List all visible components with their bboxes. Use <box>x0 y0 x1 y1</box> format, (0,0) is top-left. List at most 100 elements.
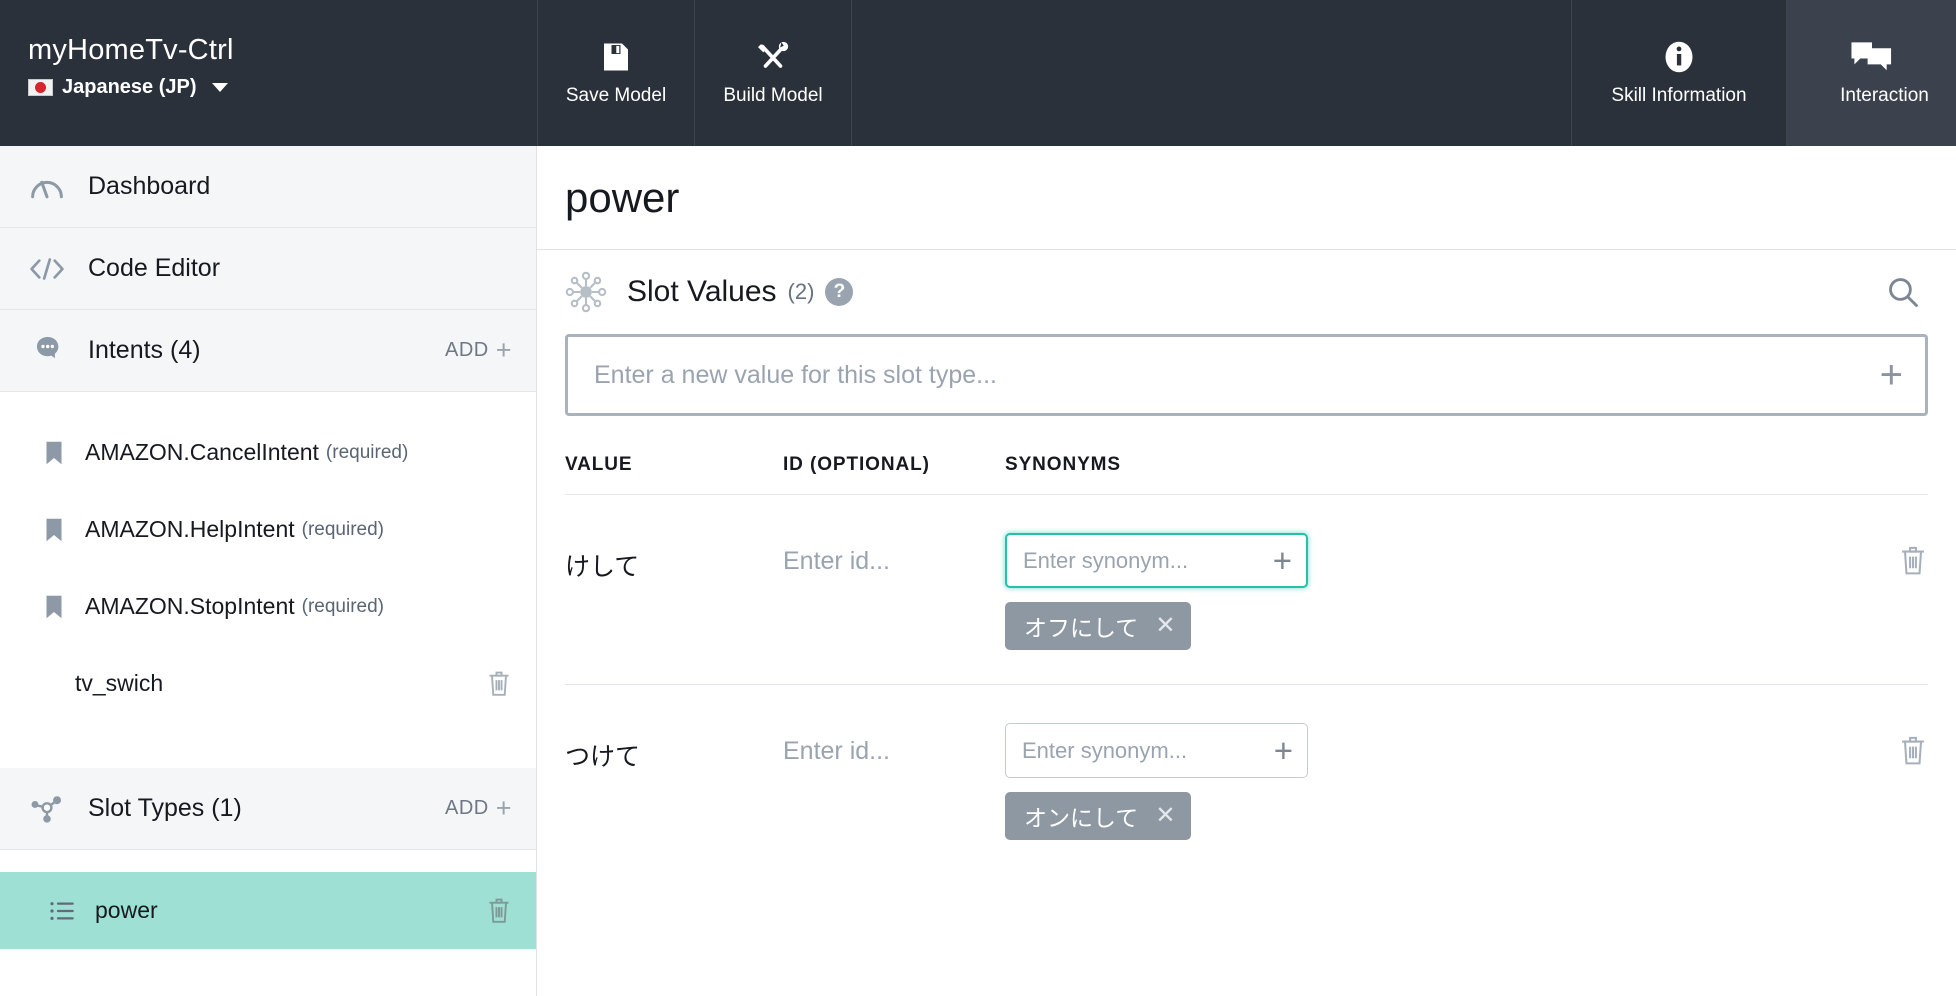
sidebar-section-slot-types-label: Slot Types (1) <box>88 794 242 822</box>
sidebar-item-code-editor[interactable]: Code Editor <box>0 228 536 310</box>
column-header-synonyms: SYNONYMS <box>1005 454 1121 475</box>
new-value-field[interactable]: + <box>565 334 1928 416</box>
locale-selector[interactable]: Japanese (JP) <box>28 76 537 99</box>
intent-item-required: (required) <box>301 518 385 540</box>
slot-values-table: VALUE ID (OPTIONAL) SYNONYMS けして Enter i… <box>537 454 1956 874</box>
plus-icon[interactable]: + <box>1880 355 1903 395</box>
page-header: power <box>537 146 1956 250</box>
delete-slot-value-button[interactable] <box>1848 723 1928 767</box>
column-header-id: ID (OPTIONAL) <box>783 454 930 475</box>
synonyms-cell: + オンにして ✕ <box>1005 723 1848 840</box>
slot-values-header: Slot Values (2) ? <box>537 250 1956 334</box>
delete-slot-type-button[interactable] <box>486 897 512 925</box>
synonym-chip-label: オフにして <box>1024 615 1139 641</box>
sidebar-item-code-editor-label: Code Editor <box>88 254 221 282</box>
column-header-actions <box>1848 454 1928 476</box>
slot-type-list: power <box>0 850 536 995</box>
build-model-button[interactable]: Build Model <box>694 0 851 146</box>
slot-values-title: Slot Values <box>627 275 777 308</box>
top-toolbar: myHomeTv-Ctrl Japanese (JP) Save Model B… <box>0 0 1956 146</box>
slot-id-value[interactable]: Enter id... <box>783 533 1005 576</box>
intent-item-help[interactable]: AMAZON.HelpIntent (required) <box>0 491 536 568</box>
info-circle-icon <box>1661 39 1697 75</box>
add-slot-type-label: ADD <box>444 797 489 819</box>
column-header-value: VALUE <box>565 454 633 475</box>
slot-type-item-power[interactable]: power <box>0 872 536 949</box>
synonym-input-field[interactable]: + <box>1005 723 1308 778</box>
locale-label: Japanese (JP) <box>62 76 197 99</box>
synonym-chip-list: オフにして ✕ <box>1005 602 1848 650</box>
hammer-wrench-icon <box>754 39 792 75</box>
skill-title: myHomeTv-Ctrl <box>28 34 234 66</box>
synonym-chip: オフにして ✕ <box>1005 602 1192 650</box>
head-speech-bubble-icon <box>28 335 66 367</box>
intent-item-tv-swich[interactable]: tv_swich <box>0 645 536 722</box>
list-bottom-spacer <box>0 949 536 995</box>
slot-value-text: けして <box>565 553 640 581</box>
add-intent-button[interactable]: ADD + <box>445 337 512 364</box>
slot-id-value[interactable]: Enter id... <box>783 723 1005 766</box>
intent-item-name: AMAZON.HelpIntent <box>85 516 295 542</box>
sidebar-section-slot-types[interactable]: Slot Types (1) ADD + <box>0 768 536 850</box>
toolbar-actions: Save Model Build Model Skill Information… <box>537 0 1956 146</box>
plus-icon[interactable]: + <box>1274 734 1293 767</box>
new-value-row: + <box>537 334 1956 416</box>
skill-brand: myHomeTv-Ctrl Japanese (JP) <box>0 0 537 146</box>
plus-icon[interactable]: + <box>1273 544 1292 577</box>
close-icon[interactable]: ✕ <box>1155 804 1175 828</box>
add-slot-type-button[interactable]: ADD + <box>445 795 512 822</box>
build-model-label: Build Model <box>723 85 823 106</box>
slot-value-text: つけて <box>565 743 641 771</box>
intent-item-required: (required) <box>325 441 409 463</box>
plus-icon: + <box>495 335 512 365</box>
sidebar-item-dashboard[interactable]: Dashboard <box>0 146 536 228</box>
jp-flag-icon <box>28 79 53 97</box>
synonym-input[interactable] <box>1023 547 1273 574</box>
add-intent-label: ADD <box>444 339 489 361</box>
delete-intent-button[interactable] <box>486 670 512 698</box>
synonym-chip-label: オンにして <box>1024 805 1139 831</box>
intent-list: AMAZON.CancelIntent (required) AMAZON.He… <box>0 392 536 768</box>
save-model-button[interactable]: Save Model <box>537 0 694 146</box>
intent-item-name: AMAZON.CancelIntent <box>85 439 319 465</box>
save-model-label: Save Model <box>565 85 667 106</box>
interaction-model-label: Interaction <box>1840 85 1929 106</box>
intent-item-name: AMAZON.StopIntent <box>85 593 295 619</box>
list-top-spacer <box>0 392 536 414</box>
toolbar-spacer <box>851 0 1571 146</box>
node-graph-icon <box>28 793 66 825</box>
list-top-spacer <box>0 850 536 872</box>
skill-information-button[interactable]: Skill Information <box>1571 0 1786 146</box>
intent-item-cancel[interactable]: AMAZON.CancelIntent (required) <box>0 414 536 491</box>
synonyms-cell: + オフにして ✕ <box>1005 533 1848 650</box>
intent-item-required: (required) <box>301 595 385 617</box>
search-icon[interactable] <box>1886 275 1920 309</box>
bookmark-icon <box>45 518 63 542</box>
interaction-model-tab[interactable]: Interaction <box>1786 0 1956 146</box>
floppy-disk-icon <box>598 39 634 75</box>
skill-builder-app: myHomeTv-Ctrl Japanese (JP) Save Model B… <box>0 0 1956 996</box>
code-brackets-icon <box>28 257 66 281</box>
main-content: power Slot Values (2) ? Enter a new valu… <box>537 146 1956 996</box>
intent-item-name: tv_swich <box>75 670 164 696</box>
intent-item-stop[interactable]: AMAZON.StopIntent (required) <box>0 568 536 645</box>
slot-type-item-name: power <box>95 897 158 923</box>
plus-icon: + <box>495 793 512 823</box>
sidebar-section-intents[interactable]: Intents (4) ADD + <box>0 310 536 392</box>
bookmark-icon <box>45 595 63 619</box>
skill-information-label: Skill Information <box>1611 85 1747 106</box>
synonym-input-field[interactable]: + <box>1005 533 1308 588</box>
table-header-row: VALUE ID (OPTIONAL) SYNONYMS <box>565 454 1928 494</box>
synonym-chip: オンにして ✕ <box>1005 792 1192 840</box>
list-icon <box>50 901 74 921</box>
question-mark-icon[interactable]: ? <box>825 278 854 306</box>
list-bottom-spacer <box>0 722 536 768</box>
slot-values-count: (2) <box>787 279 815 304</box>
table-row: つけて Enter id... + オンにして ✕ <box>565 684 1928 874</box>
synonym-input[interactable] <box>1022 737 1274 764</box>
close-icon[interactable]: ✕ <box>1155 614 1175 638</box>
synonym-chip-list: オンにして ✕ <box>1005 792 1848 840</box>
delete-slot-value-button[interactable] <box>1848 533 1928 577</box>
new-value-input[interactable] <box>594 360 1880 390</box>
sidebar-section-intents-label: Intents (4) <box>88 336 201 364</box>
